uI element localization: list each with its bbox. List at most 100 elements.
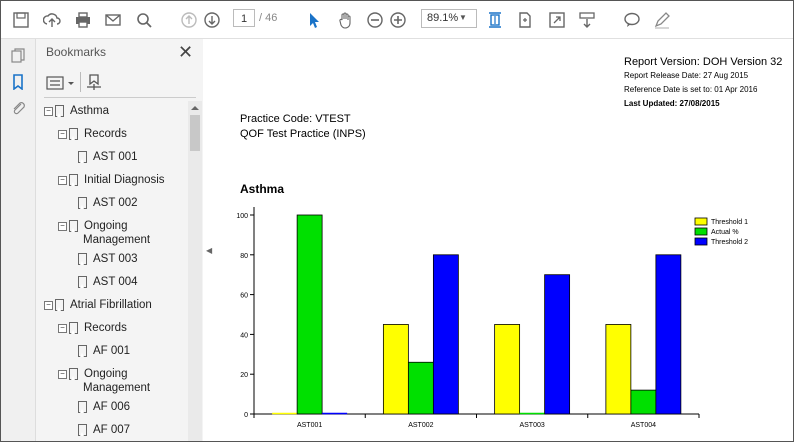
save-icon[interactable] bbox=[11, 10, 31, 30]
bookmark-item[interactable]: − Records bbox=[58, 128, 127, 140]
bookmark-label: AST 002 bbox=[93, 197, 138, 210]
bookmark-item[interactable]: − Ongoing bbox=[58, 368, 127, 380]
attachment-icon[interactable] bbox=[10, 100, 26, 116]
rotate-page-icon[interactable] bbox=[515, 10, 535, 30]
page-total: / 46 bbox=[259, 12, 278, 24]
zoom-in-icon[interactable] bbox=[388, 10, 408, 30]
bookmark-label: AF 001 bbox=[93, 345, 131, 358]
legend-label: Threshold 2 bbox=[711, 239, 748, 246]
bookmark-icon bbox=[69, 174, 78, 186]
bar bbox=[382, 324, 409, 415]
bar bbox=[407, 361, 434, 415]
bookmark-item[interactable]: AST 001 bbox=[78, 151, 138, 163]
scroll-up-icon[interactable] bbox=[188, 103, 202, 113]
bookmark-label: Initial Diagnosis bbox=[84, 174, 165, 187]
zoom-select[interactable]: 89.1% bbox=[421, 9, 477, 28]
print-icon[interactable] bbox=[73, 10, 93, 30]
hand-tool-icon[interactable] bbox=[336, 10, 356, 30]
page-number-input[interactable]: 1 bbox=[233, 9, 255, 27]
bookmark-label: Ongoing bbox=[84, 368, 128, 381]
bookmarks-panel: Bookmarks ✕ − Asthma − Records AST 001 − In… bbox=[36, 39, 203, 441]
comment-icon[interactable] bbox=[622, 10, 642, 30]
bookmark-label: AF 007 bbox=[93, 424, 131, 437]
collapse-icon[interactable]: − bbox=[58, 221, 67, 231]
previous-page-icon[interactable] bbox=[179, 10, 199, 30]
options-menu-icon[interactable] bbox=[46, 74, 80, 92]
scrollbar[interactable] bbox=[188, 101, 202, 441]
collapse-icon[interactable]: − bbox=[44, 106, 53, 116]
bar bbox=[432, 254, 459, 415]
bookmark-icon bbox=[69, 220, 78, 232]
bookmark-item[interactable]: AF 007 bbox=[78, 424, 130, 436]
y-tick-label: 40 bbox=[240, 332, 248, 339]
collapse-icon[interactable]: − bbox=[58, 175, 67, 185]
bookmark-label: Records bbox=[84, 322, 127, 335]
bar bbox=[494, 324, 521, 415]
y-tick-label: 20 bbox=[240, 372, 248, 379]
bookmark-tree: − Asthma − Records AST 001 − Initial Diagno… bbox=[36, 101, 188, 441]
y-tick-label: 0 bbox=[244, 412, 248, 419]
expand-bookmark-icon[interactable] bbox=[84, 72, 104, 92]
bookmarks-icon[interactable] bbox=[10, 74, 26, 90]
bookmark-label-line2: Management bbox=[83, 234, 151, 246]
bookmark-icon bbox=[55, 105, 64, 117]
collapse-icon[interactable]: − bbox=[44, 300, 53, 310]
bookmark-label-line2: Management bbox=[83, 382, 151, 394]
y-tick-label: 80 bbox=[240, 253, 248, 260]
bookmark-label: AST 004 bbox=[93, 276, 138, 289]
y-tick-label: 100 bbox=[236, 213, 248, 220]
left-rail bbox=[1, 39, 36, 441]
bookmark-icon bbox=[78, 197, 87, 209]
collapse-icon[interactable]: − bbox=[58, 129, 67, 139]
bookmark-item[interactable]: − Records bbox=[58, 322, 127, 334]
bookmark-icon bbox=[78, 151, 87, 163]
upload-icon[interactable] bbox=[42, 10, 62, 30]
chevron-down-icon: ▼ bbox=[459, 13, 467, 22]
bookmark-label: AF 006 bbox=[93, 401, 131, 414]
bookmark-item[interactable]: − Ongoing bbox=[58, 220, 127, 232]
toolbar: 1 / 46 89.1% ▼ bbox=[1, 1, 793, 39]
select-cursor-icon[interactable] bbox=[304, 10, 324, 30]
bar bbox=[630, 389, 657, 415]
pages-icon[interactable] bbox=[10, 48, 26, 64]
legend-swatch bbox=[694, 217, 708, 226]
bookmark-icon bbox=[78, 401, 87, 413]
collapse-icon[interactable]: − bbox=[58, 369, 67, 379]
legend-swatch bbox=[694, 237, 708, 246]
bookmark-item[interactable]: AST 002 bbox=[78, 197, 138, 209]
next-page-icon[interactable] bbox=[202, 10, 222, 30]
bookmark-label: AST 001 bbox=[93, 151, 138, 164]
zoom-out-icon[interactable] bbox=[365, 10, 385, 30]
collapse-icon[interactable]: − bbox=[58, 323, 67, 333]
bookmark-item[interactable]: AF 001 bbox=[78, 345, 130, 357]
email-icon[interactable] bbox=[103, 10, 123, 30]
bar bbox=[544, 274, 571, 415]
bookmark-item[interactable]: AST 004 bbox=[78, 276, 138, 288]
fit-page-icon[interactable] bbox=[485, 10, 505, 30]
search-icon[interactable] bbox=[134, 10, 154, 30]
pen-icon[interactable] bbox=[652, 10, 672, 30]
scrollbar-thumb[interactable] bbox=[190, 115, 200, 151]
bar bbox=[655, 254, 682, 415]
legend-swatch bbox=[694, 227, 708, 236]
asthma-bar-chart: 0 20 40 60 80 100 AST001 AST002 AST003 AST004 Thre… bbox=[236, 207, 748, 429]
collapse-panel-icon[interactable]: ◀ bbox=[206, 246, 212, 255]
divider bbox=[44, 97, 196, 98]
bookmark-item[interactable]: AF 006 bbox=[78, 401, 130, 413]
legend-label: Actual % bbox=[711, 229, 739, 236]
bookmark-item[interactable]: − Atrial Fibrillation bbox=[44, 299, 152, 311]
bookmark-icon bbox=[78, 345, 87, 357]
bookmark-icon bbox=[78, 253, 87, 265]
bookmark-item[interactable]: AST 003 bbox=[78, 253, 138, 265]
bookmark-label: Asthma bbox=[70, 105, 109, 118]
bookmark-icon bbox=[55, 299, 64, 311]
close-icon[interactable]: ✕ bbox=[178, 42, 193, 63]
bookmark-icon bbox=[69, 322, 78, 334]
bookmark-item[interactable]: − Asthma bbox=[44, 105, 109, 117]
full-screen-icon[interactable] bbox=[547, 10, 567, 30]
bookmark-item[interactable]: − Initial Diagnosis bbox=[58, 174, 165, 186]
bar bbox=[605, 324, 632, 415]
x-tick-label: AST004 bbox=[631, 422, 656, 429]
bookmark-label: AST 003 bbox=[93, 253, 138, 266]
read-mode-icon[interactable] bbox=[577, 10, 597, 30]
